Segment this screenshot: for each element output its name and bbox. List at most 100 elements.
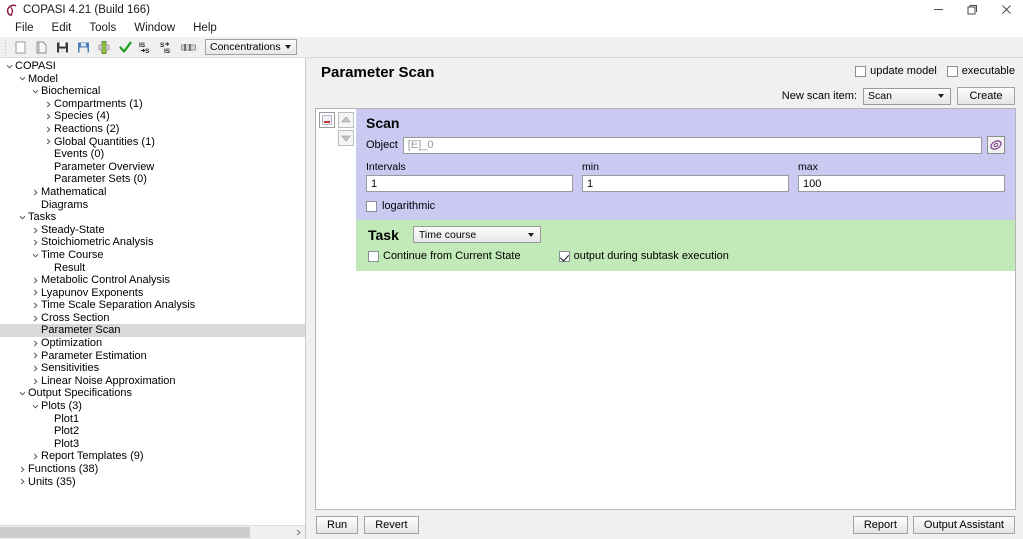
chevron-right-icon[interactable] <box>43 101 54 108</box>
tree-item-optimization[interactable]: Optimization <box>0 337 305 350</box>
menu-file[interactable]: File <box>6 21 43 35</box>
chevron-right-icon[interactable] <box>30 289 41 296</box>
copasi-object-browser-icon[interactable] <box>987 136 1005 154</box>
tree-item-units-35[interactable]: Units (35) <box>0 476 305 489</box>
chevron-right-icon[interactable] <box>30 315 41 322</box>
tree-item-parameter-scan[interactable]: Parameter Scan <box>0 324 305 338</box>
units-combo[interactable]: Concentrations <box>205 39 297 55</box>
output-assistant-button[interactable]: Output Assistant <box>912 515 1015 534</box>
slider-icon[interactable] <box>179 38 198 57</box>
tree-item-plot1[interactable]: Plot1 <box>0 413 305 426</box>
tree-item-compartments-1[interactable]: Compartments (1) <box>0 98 305 111</box>
chevron-right-icon[interactable] <box>30 277 41 284</box>
model-tree[interactable]: COPASI Model Biochemical Compartments (1) Sp… <box>0 58 305 525</box>
chevron-right-icon[interactable] <box>30 239 41 246</box>
tree-item-global-quantities-1[interactable]: Global Quantities (1) <box>0 136 305 149</box>
delete-scan-item-button[interactable] <box>319 112 335 128</box>
chevron-right-icon[interactable] <box>30 302 41 309</box>
update-model-checkbox[interactable]: update model <box>855 65 937 77</box>
chevron-right-icon[interactable] <box>43 138 54 145</box>
tree-item-functions-38[interactable]: Functions (38) <box>0 463 305 476</box>
tree-item-report-templates-9[interactable]: Report Templates (9) <box>0 450 305 463</box>
tree-item-time-scale-separation-analysis[interactable]: Time Scale Separation Analysis <box>0 299 305 312</box>
revert-button[interactable]: Revert <box>364 515 419 534</box>
chevron-right-icon[interactable] <box>30 340 41 347</box>
tree-item-parameter-sets-0[interactable]: Parameter Sets (0) <box>0 173 305 186</box>
menu-window[interactable]: Window <box>125 21 184 35</box>
chevron-right-icon[interactable] <box>43 126 54 133</box>
scroll-right-arrow-icon[interactable] <box>291 526 305 539</box>
output-during-subtask-box[interactable] <box>558 250 570 262</box>
logarithmic-checkbox[interactable]: logarithmic <box>366 200 1005 212</box>
chevron-right-icon[interactable] <box>30 227 41 234</box>
move-down-button[interactable] <box>338 130 354 146</box>
chevron-down-icon[interactable] <box>30 88 41 95</box>
chevron-right-icon[interactable] <box>30 365 41 372</box>
executable-checkbox-box[interactable] <box>946 65 958 77</box>
open-folder-icon[interactable] <box>32 38 51 57</box>
chevron-right-icon[interactable] <box>30 189 41 196</box>
tree-item-output-specifications[interactable]: Output Specifications <box>0 387 305 400</box>
tree-item-sensitivities[interactable]: Sensitivities <box>0 362 305 375</box>
menu-tools[interactable]: Tools <box>80 21 125 35</box>
run-button[interactable]: Run <box>316 515 359 534</box>
tree-item-tasks[interactable]: Tasks <box>0 211 305 224</box>
tree-item-steady-state[interactable]: Steady-State <box>0 224 305 237</box>
logarithmic-checkbox-box[interactable] <box>366 200 377 212</box>
floppy-disk-icon[interactable] <box>53 38 72 57</box>
tree-item-plot3[interactable]: Plot3 <box>0 438 305 451</box>
menu-help[interactable]: Help <box>184 21 226 35</box>
check-mark-icon[interactable] <box>116 38 135 57</box>
continue-from-current-state-box[interactable] <box>368 250 379 262</box>
intervals-input[interactable]: 1 <box>366 175 573 192</box>
chevron-right-icon[interactable] <box>30 453 41 460</box>
tree-item-plots-3[interactable]: Plots (3) <box>0 400 305 413</box>
menu-edit[interactable]: Edit <box>43 21 81 35</box>
chevron-down-icon[interactable] <box>30 252 41 259</box>
tree-item-stoichiometric-analysis[interactable]: Stoichiometric Analysis <box>0 236 305 249</box>
tree-item-species-4[interactable]: Species (4) <box>0 110 305 123</box>
chevron-right-icon[interactable] <box>30 352 41 359</box>
tree-item-model[interactable]: Model <box>0 73 305 86</box>
new-document-icon[interactable] <box>11 38 30 57</box>
object-field[interactable]: [E]_0 <box>402 136 982 154</box>
chevron-down-icon[interactable] <box>17 390 28 397</box>
chevron-down-icon[interactable] <box>30 403 41 410</box>
output-during-subtask-checkbox[interactable]: output during subtask execution <box>558 250 729 262</box>
chevron-down-icon[interactable] <box>17 75 28 82</box>
move-up-button[interactable] <box>338 112 354 128</box>
continue-from-current-state-checkbox[interactable]: Continue from Current State <box>368 250 521 262</box>
chevron-down-icon[interactable] <box>17 214 28 221</box>
scrollbar-thumb[interactable] <box>0 527 250 538</box>
restore-button[interactable] <box>955 0 989 19</box>
tree-item-linear-noise-approximation[interactable]: Linear Noise Approximation <box>0 375 305 388</box>
min-input[interactable]: 1 <box>582 175 789 192</box>
create-button[interactable]: Create <box>957 87 1015 105</box>
sbml-to-s-icon[interactable]: IS S <box>137 38 156 57</box>
chevron-right-icon[interactable] <box>30 378 41 385</box>
report-button[interactable]: Report <box>852 515 908 534</box>
update-model-checkbox-box[interactable] <box>855 65 867 77</box>
tree-item-events-0[interactable]: Events (0) <box>0 148 305 161</box>
chevron-right-icon[interactable] <box>43 113 54 120</box>
tree-item-diagrams[interactable]: Diagrams <box>0 199 305 212</box>
chevron-right-icon[interactable] <box>17 478 28 485</box>
executable-checkbox[interactable]: executable <box>946 65 1015 77</box>
tree-item-biochemical[interactable]: Biochemical <box>0 85 305 98</box>
minimize-button[interactable] <box>921 0 955 19</box>
max-input[interactable]: 100 <box>798 175 1005 192</box>
new-scan-item-combo[interactable]: Scan <box>863 87 951 105</box>
tree-item-reactions-2[interactable]: Reactions (2) <box>0 123 305 136</box>
chevron-right-icon[interactable] <box>17 466 28 473</box>
close-button[interactable] <box>989 0 1023 19</box>
tree-item-mathematical[interactable]: Mathematical <box>0 186 305 199</box>
tree-item-metabolic-control-analysis[interactable]: Metabolic Control Analysis <box>0 274 305 287</box>
toolbar-grip[interactable] <box>3 39 8 55</box>
tree-item-plot2[interactable]: Plot2 <box>0 425 305 438</box>
s-to-sbml-icon[interactable]: S IS <box>158 38 177 57</box>
tree-item-result[interactable]: Result <box>0 262 305 275</box>
sidebar-horizontal-scrollbar[interactable] <box>0 525 305 539</box>
tree-item-parameter-overview[interactable]: Parameter Overview <box>0 161 305 174</box>
chevron-down-icon[interactable] <box>4 63 15 70</box>
task-type-combo[interactable]: Time course <box>412 226 541 243</box>
